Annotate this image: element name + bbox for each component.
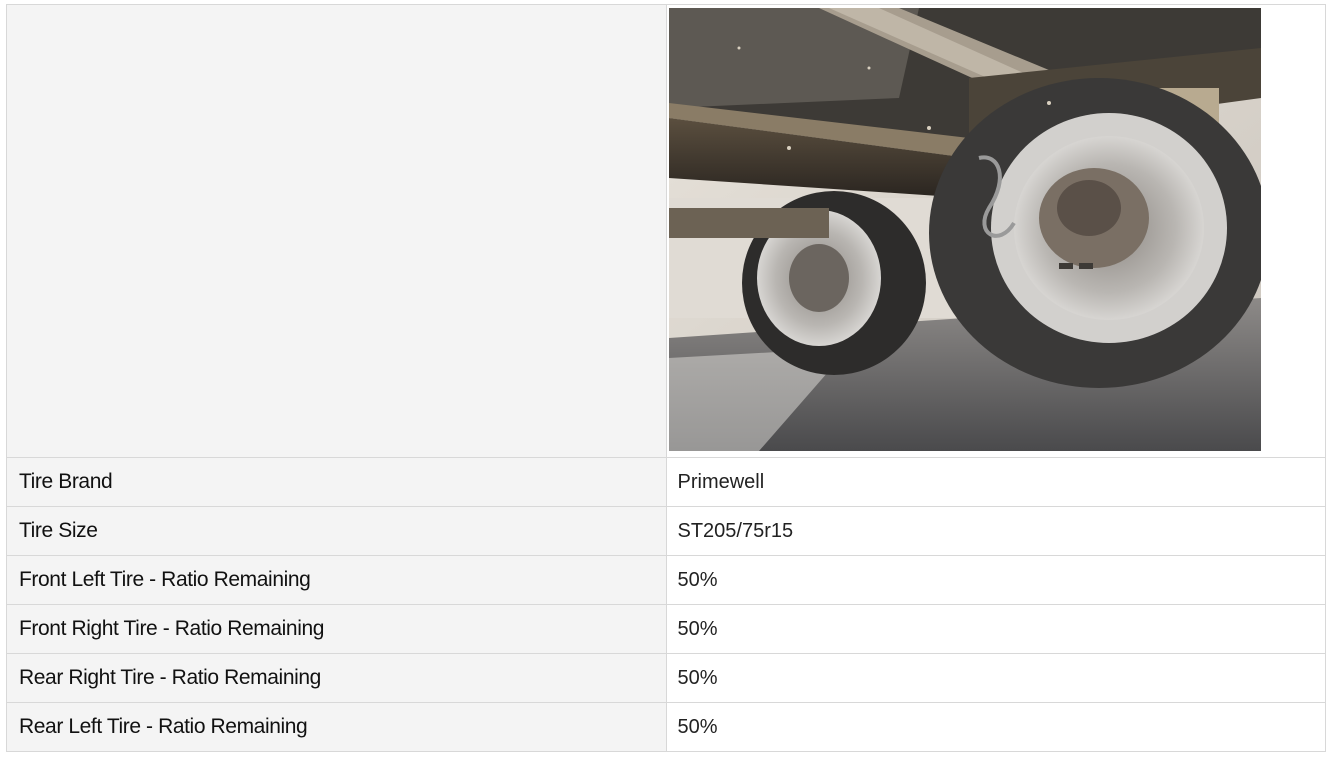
trailer-undercarriage-photo[interactable] xyxy=(668,8,1261,451)
row-label-front-left-tire: Front Left Tire - Ratio Remaining xyxy=(6,555,667,605)
photo-label-cell xyxy=(6,4,667,458)
table-row: Rear Left Tire - Ratio Remaining 50% xyxy=(6,702,1326,752)
row-value-tire-size: ST205/75r15 xyxy=(665,506,1326,556)
table-row: Front Right Tire - Ratio Remaining 50% xyxy=(6,604,1326,654)
row-value-rear-right-tire: 50% xyxy=(665,653,1326,703)
row-label-rear-left-tire: Rear Left Tire - Ratio Remaining xyxy=(6,702,667,752)
row-label-tire-brand: Tire Brand xyxy=(6,457,667,507)
row-label-front-right-tire: Front Right Tire - Ratio Remaining xyxy=(6,604,667,654)
table-row: Tire Brand Primewell xyxy=(6,457,1326,507)
row-value-rear-left-tire: 50% xyxy=(665,702,1326,752)
tire-spec-table: Tire Brand Primewell Tire Size ST205/75r… xyxy=(6,4,1326,752)
table-row: Rear Right Tire - Ratio Remaining 50% xyxy=(6,653,1326,703)
row-label-tire-size: Tire Size xyxy=(6,506,667,556)
row-label-rear-right-tire: Rear Right Tire - Ratio Remaining xyxy=(6,653,667,703)
row-value-front-left-tire: 50% xyxy=(665,555,1326,605)
photo-cell xyxy=(665,4,1326,458)
row-value-front-right-tire: 50% xyxy=(665,604,1326,654)
table-row: Front Left Tire - Ratio Remaining 50% xyxy=(6,555,1326,605)
photo-row xyxy=(6,4,1326,458)
row-value-tire-brand: Primewell xyxy=(665,457,1326,507)
table-row: Tire Size ST205/75r15 xyxy=(6,506,1326,556)
